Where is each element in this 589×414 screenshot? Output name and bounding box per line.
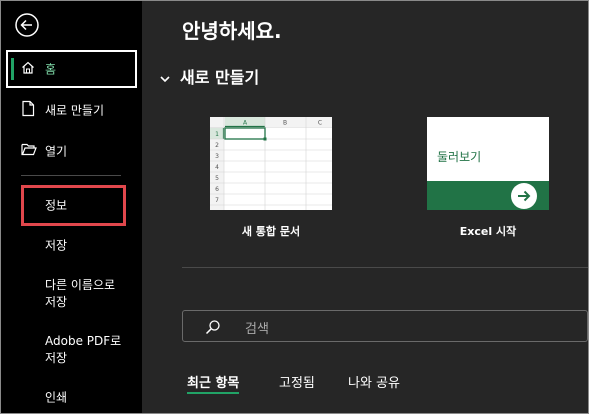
sidebar: 홈 새로 만들기 열기 정보 저장 다른 이름으로 저장 Adobe PDF로 …	[1, 1, 142, 413]
blank-workbook-template[interactable]: A B C 1 2 3 4 5 6 7	[210, 117, 332, 210]
label-line: 저장	[45, 351, 68, 365]
home-icon	[20, 60, 36, 79]
greeting-title: 안녕하세요.	[182, 19, 282, 43]
tab-label: 고정됨	[279, 376, 315, 391]
row-header: 4	[215, 164, 219, 171]
sidebar-item-home[interactable]: 홈	[6, 50, 137, 88]
sidebar-item-open[interactable]: 열기	[1, 137, 142, 165]
sidebar-item-new[interactable]: 새로 만들기	[1, 96, 142, 124]
selected-indicator	[11, 58, 14, 80]
active-tab-underline	[187, 392, 240, 394]
new-file-icon	[21, 100, 35, 120]
sidebar-item-label: 정보	[45, 198, 68, 213]
new-section-header[interactable]: 새로 만들기	[160, 64, 259, 88]
label-line: Adobe PDF로	[45, 334, 122, 348]
row-header: 1	[215, 131, 219, 138]
tab-pinned[interactable]: 고정됨	[279, 372, 315, 391]
arrow-right-icon	[511, 183, 537, 209]
row-header: 5	[215, 175, 219, 182]
label-line: 저장	[45, 295, 68, 309]
tab-label: 최근 항목	[187, 376, 240, 391]
label-line: 다른 이름으로	[45, 278, 116, 292]
sidebar-item-label: 저장	[45, 238, 68, 253]
sidebar-divider	[21, 175, 121, 176]
chevron-down-icon	[160, 72, 170, 86]
search-box[interactable]: 검색	[182, 310, 588, 342]
sidebar-item-save[interactable]: 저장	[1, 235, 142, 257]
tab-recent[interactable]: 최근 항목	[187, 372, 240, 394]
sidebar-item-label: 다른 이름으로 저장	[45, 277, 115, 311]
row-header: 7	[215, 197, 219, 204]
excel-tour-template[interactable]: 둘러보기	[427, 117, 549, 210]
row-header: 3	[215, 153, 219, 160]
back-button[interactable]	[13, 11, 41, 39]
main-content: 안녕하세요. 새로 만들기 A B C 1 2 3 4 5 6 7 새 통합 문…	[142, 1, 588, 413]
column-header: B	[283, 120, 287, 127]
section-title-text: 새로 만들기	[180, 68, 260, 87]
template-caption: Excel 시작	[459, 225, 517, 238]
tab-label: 나와 공유	[348, 376, 400, 391]
sidebar-item-save-as[interactable]: 다른 이름으로 저장	[1, 276, 142, 312]
spreadsheet-thumbnail: A B C 1 2 3 4 5 6 7	[210, 117, 332, 210]
tab-shared-with-me[interactable]: 나와 공유	[348, 372, 400, 391]
folder-open-icon	[21, 143, 37, 160]
excel-backstage-window: 홈 새로 만들기 열기 정보 저장 다른 이름으로 저장 Adobe PDF로 …	[0, 0, 589, 414]
sidebar-item-info[interactable]: 정보	[1, 195, 142, 217]
sidebar-item-label: 인쇄	[45, 390, 68, 405]
sidebar-item-label: 홈	[45, 62, 57, 77]
back-arrow-icon	[15, 13, 39, 37]
section-divider	[182, 267, 588, 268]
template-caption: 새 통합 문서	[241, 225, 301, 238]
tour-tile-text: 둘러보기	[437, 150, 482, 164]
sidebar-item-label: Adobe PDF로 저장	[45, 333, 121, 367]
column-header: C	[318, 120, 322, 127]
search-icon	[205, 319, 221, 339]
sidebar-item-print[interactable]: 인쇄	[1, 387, 142, 409]
row-header: 2	[215, 142, 219, 149]
sidebar-item-label: 열기	[45, 144, 68, 159]
sidebar-item-save-adobe-pdf[interactable]: Adobe PDF로 저장	[1, 332, 142, 368]
sidebar-item-label: 새로 만들기	[45, 103, 105, 118]
search-placeholder: 검색	[245, 322, 269, 337]
row-header: 6	[215, 186, 219, 193]
